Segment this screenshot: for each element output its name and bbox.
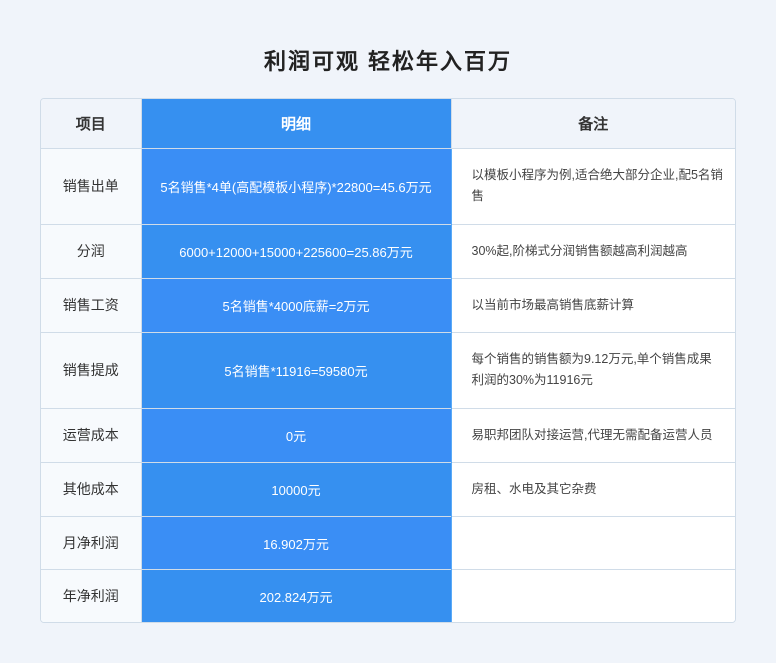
cell-item: 月净利润 [41,517,141,570]
profit-table: 项目 明细 备注 销售出单5名销售*4单(高配模板小程序)*22800=45.6… [41,99,735,622]
cell-remark: 以模板小程序为例,适合绝大部分企业,配5名销售 [451,149,735,225]
table-row: 月净利润16.902万元 [41,517,735,570]
cell-item: 销售出单 [41,149,141,225]
cell-item: 销售提成 [41,333,141,409]
table-row: 年净利润202.824万元 [41,570,735,623]
header-remark: 备注 [451,99,735,149]
cell-remark [451,517,735,570]
table-header-row: 项目 明细 备注 [41,99,735,149]
profit-table-wrapper: 项目 明细 备注 销售出单5名销售*4单(高配模板小程序)*22800=45.6… [40,98,736,623]
table-body: 销售出单5名销售*4单(高配模板小程序)*22800=45.6万元以模板小程序为… [41,149,735,623]
cell-detail: 16.902万元 [141,517,451,570]
header-item: 项目 [41,99,141,149]
table-row: 其他成本10000元房租、水电及其它杂费 [41,462,735,516]
cell-item: 分润 [41,224,141,278]
cell-item: 年净利润 [41,570,141,623]
cell-detail: 5名销售*11916=59580元 [141,333,451,409]
table-row: 销售出单5名销售*4单(高配模板小程序)*22800=45.6万元以模板小程序为… [41,149,735,225]
cell-detail: 0元 [141,408,451,462]
table-row: 销售工资5名销售*4000底薪=2万元以当前市场最高销售底薪计算 [41,278,735,332]
table-row: 分润6000+12000+15000+225600=25.86万元30%起,阶梯… [41,224,735,278]
cell-remark: 30%起,阶梯式分润销售额越高利润越高 [451,224,735,278]
cell-detail: 6000+12000+15000+225600=25.86万元 [141,224,451,278]
page-container: 利润可观 轻松年入百万 项目 明细 备注 销售出单5名销售*4单(高配模板小程序… [20,20,756,643]
table-row: 运营成本0元易职邦团队对接运营,代理无需配备运营人员 [41,408,735,462]
cell-remark: 以当前市场最高销售底薪计算 [451,278,735,332]
page-title: 利润可观 轻松年入百万 [40,44,736,76]
cell-item: 其他成本 [41,462,141,516]
cell-remark: 房租、水电及其它杂费 [451,462,735,516]
cell-item: 运营成本 [41,408,141,462]
cell-remark [451,570,735,623]
cell-item: 销售工资 [41,278,141,332]
cell-detail: 5名销售*4000底薪=2万元 [141,278,451,332]
cell-detail: 202.824万元 [141,570,451,623]
cell-remark: 易职邦团队对接运营,代理无需配备运营人员 [451,408,735,462]
cell-detail: 5名销售*4单(高配模板小程序)*22800=45.6万元 [141,149,451,225]
cell-remark: 每个销售的销售额为9.12万元,单个销售成果利润的30%为11916元 [451,333,735,409]
table-row: 销售提成5名销售*11916=59580元每个销售的销售额为9.12万元,单个销… [41,333,735,409]
header-detail: 明细 [141,99,451,149]
cell-detail: 10000元 [141,462,451,516]
